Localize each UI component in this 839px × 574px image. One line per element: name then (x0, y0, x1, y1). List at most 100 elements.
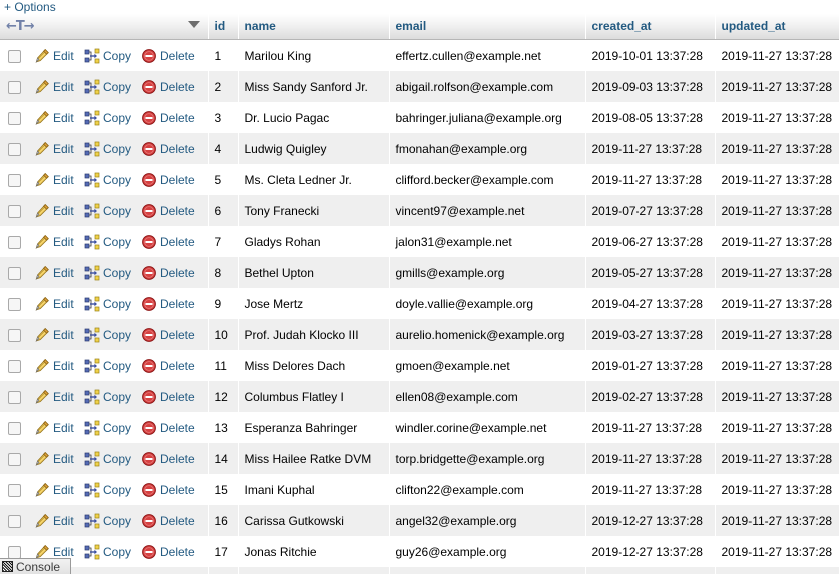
row-checkbox[interactable] (8, 205, 21, 218)
edit-link[interactable]: Edit (34, 264, 74, 281)
column-header-email[interactable]: email (389, 14, 585, 40)
edit-link[interactable]: Edit (34, 512, 74, 529)
edit-link[interactable]: Edit (34, 47, 74, 64)
edit-link[interactable]: Edit (34, 326, 74, 343)
console-bar[interactable]: Console (0, 558, 71, 574)
edit-link[interactable]: Edit (34, 109, 74, 126)
table-row[interactable]: EditCopyDelete14Miss Hailee Ratke DVMtor… (0, 443, 839, 474)
cell-name: Miss Delores Dach (238, 350, 389, 381)
row-checkbox[interactable] (8, 360, 21, 373)
row-checkbox[interactable] (8, 267, 21, 280)
table-row[interactable]: EditCopyDelete5Ms. Cleta Ledner Jr.cliff… (0, 164, 839, 195)
copy-link[interactable]: Copy (84, 47, 131, 64)
table-row[interactable]: EditCopyDelete3Dr. Lucio Pagacbahringer.… (0, 102, 839, 133)
edit-link[interactable]: Edit (34, 140, 74, 157)
copy-link[interactable]: Copy (84, 388, 131, 405)
column-header-created-at[interactable]: created_at (585, 14, 715, 40)
delete-link[interactable]: Delete (141, 512, 195, 529)
edit-link[interactable]: Edit (34, 171, 74, 188)
copy-link[interactable]: Copy (84, 512, 131, 529)
edit-link[interactable]: Edit (34, 450, 74, 467)
table-row[interactable]: EditCopyDelete1Marilou Kingeffertz.culle… (0, 40, 839, 72)
delete-link[interactable]: Delete (141, 109, 195, 126)
table-row[interactable]: EditCopyDelete6Tony Franeckivincent97@ex… (0, 195, 839, 226)
delete-link[interactable]: Delete (141, 419, 195, 436)
delete-link[interactable]: Delete (141, 388, 195, 405)
row-checkbox[interactable] (8, 422, 21, 435)
delete-link[interactable]: Delete (141, 202, 195, 219)
chevron-down-icon[interactable] (188, 21, 200, 28)
copy-link[interactable]: Copy (84, 419, 131, 436)
cell-created-at: 2019-02-27 13:37:28 (585, 381, 715, 412)
table-row[interactable]: EditCopyDelete13Esperanza Bahringerwindl… (0, 412, 839, 443)
copy-link[interactable]: Copy (84, 264, 131, 281)
copy-link[interactable]: Copy (84, 78, 131, 95)
delete-link[interactable]: Delete (141, 233, 195, 250)
copy-link[interactable]: Copy (84, 202, 131, 219)
copy-link[interactable]: Copy (84, 171, 131, 188)
row-checkbox[interactable] (8, 112, 21, 125)
delete-link[interactable]: Delete (141, 171, 195, 188)
column-header-name[interactable]: name (238, 14, 389, 40)
delete-label: Delete (160, 142, 195, 156)
row-checkbox[interactable] (8, 298, 21, 311)
row-copy-cell: Copy (78, 536, 135, 567)
row-checkbox[interactable] (8, 453, 21, 466)
copy-link[interactable]: Copy (84, 481, 131, 498)
row-checkbox[interactable] (8, 484, 21, 497)
row-checkbox[interactable] (8, 546, 21, 559)
delete-link[interactable]: Delete (141, 357, 195, 374)
copy-link[interactable]: Copy (84, 450, 131, 467)
table-row[interactable]: EditCopyDelete11Miss Delores Dachgmoen@e… (0, 350, 839, 381)
delete-link[interactable]: Delete (141, 326, 195, 343)
table-row[interactable]: EditCopyDelete9Jose Mertzdoyle.vallie@ex… (0, 288, 839, 319)
copy-link[interactable]: Copy (84, 109, 131, 126)
row-checkbox[interactable] (8, 143, 21, 156)
row-checkbox[interactable] (8, 50, 21, 63)
table-row[interactable]: EditCopyDelete10Prof. Judah Klocko IIIau… (0, 319, 839, 350)
edit-link[interactable]: Edit (34, 233, 74, 250)
edit-link[interactable]: Edit (34, 357, 74, 374)
edit-link[interactable]: Edit (34, 202, 74, 219)
delete-link[interactable]: Delete (141, 543, 195, 560)
copy-link[interactable]: Copy (84, 295, 131, 312)
edit-link[interactable]: Edit (34, 295, 74, 312)
row-checkbox[interactable] (8, 391, 21, 404)
table-row[interactable]: EditCopyDelete16Carissa Gutkowskiangel32… (0, 505, 839, 536)
edit-link[interactable]: Edit (34, 78, 74, 95)
copy-link[interactable]: Copy (84, 543, 131, 560)
column-arrange-icon[interactable]: ←T→ (6, 21, 34, 33)
edit-link[interactable]: Edit (34, 419, 74, 436)
copy-link[interactable]: Copy (84, 357, 131, 374)
edit-link[interactable]: Edit (34, 388, 74, 405)
table-row[interactable]: EditCopyDelete18Dr. Oceane Casallahiel08… (0, 567, 839, 574)
table-row[interactable]: EditCopyDelete2Miss Sandy Sanford Jr.abi… (0, 71, 839, 102)
table-row[interactable]: EditCopyDelete12Columbus Flatley Iellen0… (0, 381, 839, 412)
table-row[interactable]: EditCopyDelete7Gladys Rohanjalon31@examp… (0, 226, 839, 257)
column-header-updated-at[interactable]: updated_at (715, 14, 839, 40)
row-checkbox[interactable] (8, 236, 21, 249)
options-toggle-link[interactable]: + Options (4, 0, 56, 14)
copy-link[interactable]: Copy (84, 326, 131, 343)
row-checkbox[interactable] (8, 174, 21, 187)
delete-link[interactable]: Delete (141, 264, 195, 281)
delete-link[interactable]: Delete (141, 78, 195, 95)
delete-link[interactable]: Delete (141, 481, 195, 498)
delete-link[interactable]: Delete (141, 47, 195, 64)
delete-link[interactable]: Delete (141, 140, 195, 157)
cell-id: 12 (208, 381, 238, 412)
row-checkbox[interactable] (8, 515, 21, 528)
row-checkbox[interactable] (8, 81, 21, 94)
row-checkbox[interactable] (8, 329, 21, 342)
cell-email: gmoen@example.net (389, 350, 585, 381)
table-row[interactable]: EditCopyDelete8Bethel Uptongmills@exampl… (0, 257, 839, 288)
table-row[interactable]: EditCopyDelete17Jonas Ritchieguy26@examp… (0, 536, 839, 567)
delete-link[interactable]: Delete (141, 295, 195, 312)
column-header-id[interactable]: id (208, 14, 238, 40)
copy-link[interactable]: Copy (84, 233, 131, 250)
table-row[interactable]: EditCopyDelete4Ludwig Quigleyfmonahan@ex… (0, 133, 839, 164)
delete-link[interactable]: Delete (141, 450, 195, 467)
edit-link[interactable]: Edit (34, 481, 74, 498)
copy-link[interactable]: Copy (84, 140, 131, 157)
table-row[interactable]: EditCopyDelete15Imani Kuphalclifton22@ex… (0, 474, 839, 505)
